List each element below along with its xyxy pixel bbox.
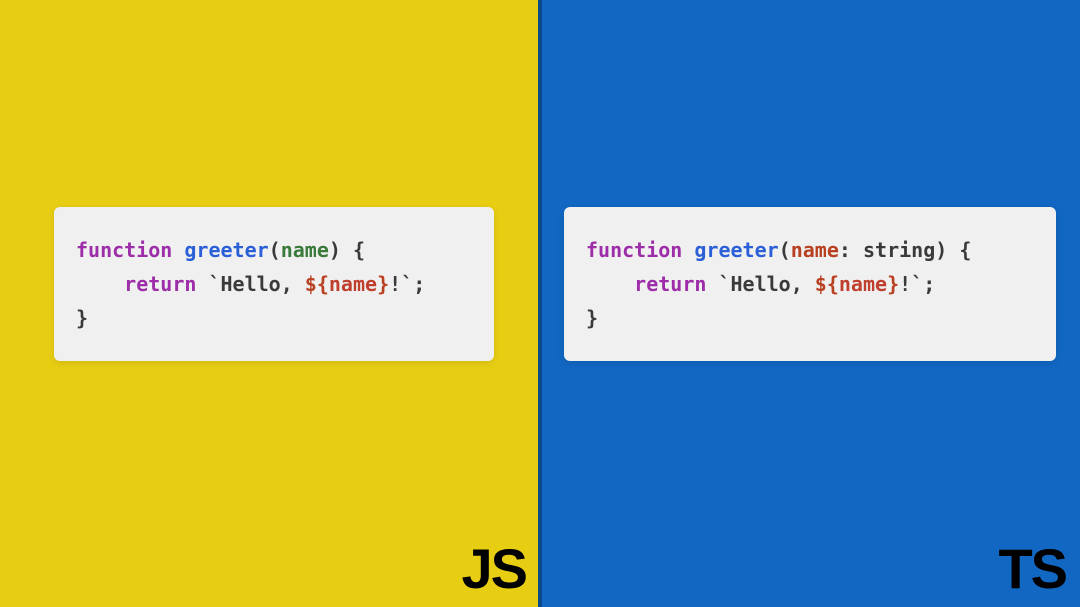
brace-open: { — [959, 238, 971, 262]
type-annotation: string — [863, 238, 935, 262]
interp-open: { — [827, 272, 839, 296]
paren-open: ( — [269, 238, 281, 262]
interp-var: name — [329, 272, 377, 296]
string-close: !` — [899, 272, 923, 296]
ts-badge: TS — [998, 536, 1066, 601]
js-panel: function greeter(name) { return `Hello, … — [0, 0, 540, 607]
interp-var: name — [839, 272, 887, 296]
js-code-box: function greeter(name) { return `Hello, … — [54, 207, 494, 361]
string-open: `Hello, — [718, 272, 814, 296]
interp-close: } — [377, 272, 389, 296]
keyword-function: function — [76, 238, 172, 262]
string-close: !` — [389, 272, 413, 296]
js-badge: JS — [462, 536, 527, 601]
ts-code-box: function greeter(name: string) { return … — [564, 207, 1056, 361]
panel-divider — [538, 0, 542, 607]
function-name: greeter — [694, 238, 778, 262]
ts-panel: function greeter(name: string) { return … — [540, 0, 1080, 607]
function-name: greeter — [184, 238, 268, 262]
brace-close: } — [586, 306, 598, 330]
param-name: name — [281, 238, 329, 262]
brace-open: { — [353, 238, 365, 262]
interp-open: { — [317, 272, 329, 296]
interp-dollar: $ — [305, 272, 317, 296]
keyword-return: return — [124, 272, 196, 296]
colon: : — [839, 238, 851, 262]
keyword-function: function — [586, 238, 682, 262]
semicolon: ; — [923, 272, 935, 296]
param-name: name — [791, 238, 839, 262]
interp-close: } — [887, 272, 899, 296]
brace-close: } — [76, 306, 88, 330]
interp-dollar: $ — [815, 272, 827, 296]
keyword-return: return — [634, 272, 706, 296]
string-open: `Hello, — [208, 272, 304, 296]
semicolon: ; — [413, 272, 425, 296]
paren-close: ) — [329, 238, 341, 262]
paren-close: ) — [935, 238, 947, 262]
paren-open: ( — [779, 238, 791, 262]
